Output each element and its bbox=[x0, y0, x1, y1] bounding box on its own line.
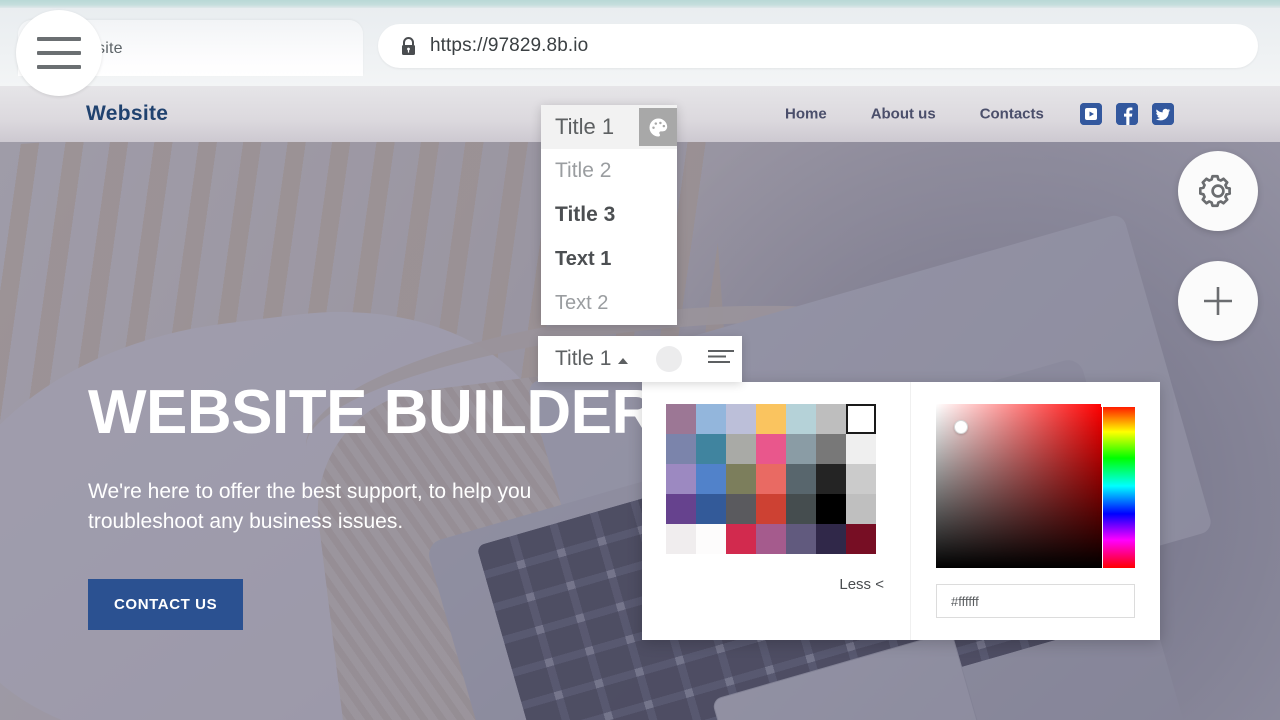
color-swatch[interactable] bbox=[816, 464, 846, 494]
hero-content: WEBSITE BUILDER We're here to offer the … bbox=[88, 382, 656, 630]
window-top-strip bbox=[0, 0, 1280, 8]
color-swatch[interactable] bbox=[816, 494, 846, 524]
hero-title[interactable]: WEBSITE BUILDER bbox=[88, 382, 656, 444]
color-swatch-grid bbox=[666, 404, 876, 554]
color-swatch[interactable] bbox=[816, 524, 846, 554]
browser-window: ...bsite https://97829.8b.io Website Hom… bbox=[0, 0, 1280, 720]
hamburger-menu-icon[interactable] bbox=[16, 10, 102, 96]
color-swatch[interactable] bbox=[846, 404, 876, 434]
sv-handle[interactable] bbox=[954, 420, 968, 434]
hamburger-bar bbox=[37, 65, 81, 69]
color-swatch[interactable] bbox=[756, 524, 786, 554]
align-left-glyph bbox=[708, 349, 735, 363]
less-toggle-link[interactable]: Less < bbox=[839, 576, 884, 593]
text-color-swatch-button[interactable] bbox=[656, 346, 683, 372]
color-swatch[interactable] bbox=[756, 404, 786, 434]
style-option-title-3[interactable]: Title 3 bbox=[541, 193, 677, 237]
contact-us-button[interactable]: CONTACT US bbox=[88, 578, 244, 630]
lock-icon bbox=[402, 36, 415, 55]
site-logo[interactable]: Website bbox=[86, 102, 168, 126]
swatch-panel: Less < bbox=[642, 382, 910, 640]
hex-color-input[interactable] bbox=[936, 584, 1135, 618]
settings-fab[interactable] bbox=[1178, 151, 1258, 231]
nav-item-contacts[interactable]: Contacts bbox=[980, 106, 1044, 123]
color-swatch[interactable] bbox=[666, 524, 696, 554]
text-format-toolbar: Title 1 bbox=[538, 336, 742, 382]
nav-item-home[interactable]: Home bbox=[785, 106, 827, 123]
color-swatch[interactable] bbox=[786, 404, 816, 434]
color-swatch[interactable] bbox=[816, 404, 846, 434]
color-swatch[interactable] bbox=[666, 494, 696, 524]
nav-item-about-us[interactable]: About us bbox=[871, 106, 936, 123]
color-swatch[interactable] bbox=[786, 524, 816, 554]
custom-color-panel bbox=[910, 382, 1160, 640]
color-swatch[interactable] bbox=[786, 464, 816, 494]
color-swatch[interactable] bbox=[846, 524, 876, 554]
color-swatch[interactable] bbox=[666, 404, 696, 434]
palette-glyph bbox=[648, 117, 667, 137]
color-swatch[interactable] bbox=[786, 494, 816, 524]
color-swatch[interactable] bbox=[696, 464, 726, 494]
saturation-value-area[interactable] bbox=[936, 404, 1102, 568]
color-swatch[interactable] bbox=[756, 434, 786, 464]
hamburger-bar bbox=[37, 37, 81, 41]
style-option-text-1[interactable]: Text 1 bbox=[541, 237, 677, 281]
caret-up-icon bbox=[618, 357, 629, 364]
color-swatch[interactable] bbox=[816, 434, 846, 464]
color-swatch[interactable] bbox=[726, 434, 756, 464]
hue-slider[interactable] bbox=[1103, 404, 1135, 568]
main-nav: Home About us Contacts bbox=[785, 106, 1088, 123]
color-swatch[interactable] bbox=[696, 494, 726, 524]
color-swatch[interactable] bbox=[726, 524, 756, 554]
hero-subtitle[interactable]: We're here to offer the best support, to… bbox=[88, 477, 568, 538]
color-swatch[interactable] bbox=[666, 434, 696, 464]
twitter-icon[interactable] bbox=[1152, 103, 1174, 125]
gear-icon bbox=[1199, 174, 1232, 208]
url-text: https://97829.8b.io bbox=[430, 35, 589, 56]
color-swatch[interactable] bbox=[696, 434, 726, 464]
color-swatch[interactable] bbox=[666, 464, 696, 494]
style-option-title-2[interactable]: Title 2 bbox=[541, 149, 677, 193]
add-fab[interactable] bbox=[1178, 261, 1258, 341]
align-left-icon[interactable] bbox=[706, 347, 736, 372]
color-swatch[interactable] bbox=[846, 434, 876, 464]
style-select[interactable]: Title 1 bbox=[555, 347, 629, 371]
color-swatch[interactable] bbox=[846, 494, 876, 524]
color-swatch[interactable] bbox=[756, 494, 786, 524]
color-swatch[interactable] bbox=[696, 524, 726, 554]
social-links bbox=[1080, 103, 1174, 125]
hue-slider-handle[interactable] bbox=[1101, 402, 1137, 407]
address-bar[interactable]: https://97829.8b.io bbox=[378, 24, 1258, 68]
color-swatch[interactable] bbox=[756, 464, 786, 494]
color-picker-popup: Less < bbox=[642, 382, 1160, 640]
style-option-label: Text 2 bbox=[555, 291, 609, 314]
style-option-text-2[interactable]: Text 2 bbox=[541, 281, 677, 325]
color-swatch[interactable] bbox=[696, 404, 726, 434]
style-select-value: Title 1 bbox=[555, 347, 612, 370]
style-option-label: Text 1 bbox=[555, 247, 612, 270]
style-option-label: Title 3 bbox=[555, 203, 616, 226]
facebook-icon[interactable] bbox=[1116, 103, 1138, 125]
color-swatch[interactable] bbox=[726, 404, 756, 434]
hamburger-bar bbox=[37, 51, 81, 55]
style-option-label: Title 1 bbox=[555, 114, 615, 139]
youtube-icon[interactable] bbox=[1080, 103, 1102, 125]
plus-icon bbox=[1204, 287, 1232, 315]
style-option-title-1[interactable]: Title 1 bbox=[541, 105, 677, 149]
color-swatch[interactable] bbox=[726, 494, 756, 524]
color-swatch[interactable] bbox=[786, 434, 816, 464]
palette-icon[interactable] bbox=[639, 108, 677, 146]
color-swatch[interactable] bbox=[846, 464, 876, 494]
color-swatch[interactable] bbox=[726, 464, 756, 494]
style-option-label: Title 2 bbox=[555, 159, 612, 182]
text-style-dropdown: Title 1 Title 2 Title 3 Text 1 Text 2 bbox=[541, 105, 677, 325]
